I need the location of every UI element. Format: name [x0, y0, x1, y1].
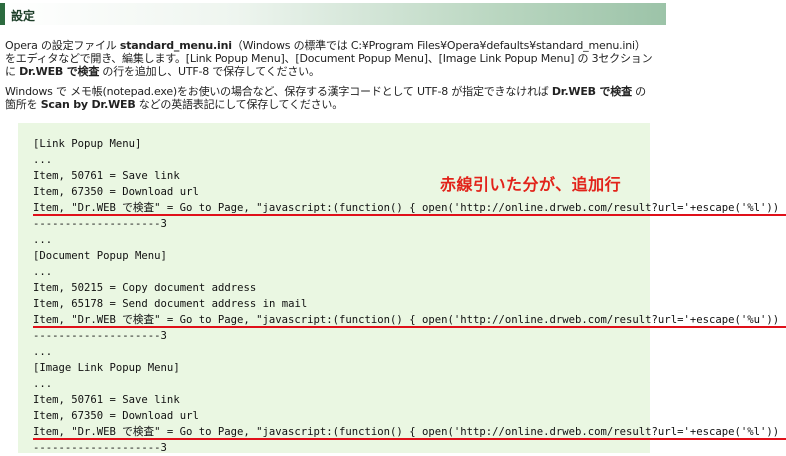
code-line: [Link Popup Menu] — [33, 138, 142, 150]
code-line: Item, 65178 = Send document address in m… — [33, 298, 308, 310]
code-line: [Document Popup Menu] — [33, 250, 167, 262]
code-line: [Image Link Popup Menu] — [33, 362, 180, 374]
text: Windows で メモ帳(notepad.exe)をお使いの場合など、保存する… — [5, 85, 552, 98]
code-line: Item, 50761 = Save link — [33, 170, 180, 182]
menu-label-english: Scan by Dr.WEB — [40, 98, 136, 111]
menu-label: Dr.WEB で検査 — [551, 85, 632, 98]
intro-paragraph-2: Windows で メモ帳(notepad.exe)をお使いの場合など、保存する… — [5, 85, 655, 111]
text: Opera の設定ファイル — [5, 39, 120, 52]
code-line: --------------------3 — [33, 442, 167, 454]
text: などの英語表記にして保存してください。 — [135, 98, 344, 111]
section-title: 設定 — [11, 9, 36, 23]
code-line: Item, 67350 = Download url — [33, 410, 199, 422]
intro-paragraph-1: Opera の設定ファイル standard_menu.ini（Windows … — [5, 39, 655, 78]
annotation-note: 赤線引いた分が、追加行 — [440, 175, 622, 194]
menu-label: Dr.WEB で検査 — [19, 65, 100, 78]
file-name: standard_menu.ini — [119, 39, 232, 52]
section-header: 設定 — [0, 3, 666, 25]
code-line: ... — [33, 266, 53, 278]
code-line: ... — [33, 346, 53, 358]
code-line: --------------------3 — [33, 330, 167, 342]
code-line: Item, 67350 = Download url — [33, 186, 199, 198]
code-line: ... — [33, 234, 53, 246]
code-line: ... — [33, 154, 53, 166]
code-line: --------------------3 — [33, 218, 167, 230]
code-line: Item, 50215 = Copy document address — [33, 282, 257, 294]
code-line: ... — [33, 378, 53, 390]
code-line: Item, 50761 = Save link — [33, 394, 180, 406]
text: の行を追加し、UTF-8 で保存してください。 — [99, 65, 320, 78]
